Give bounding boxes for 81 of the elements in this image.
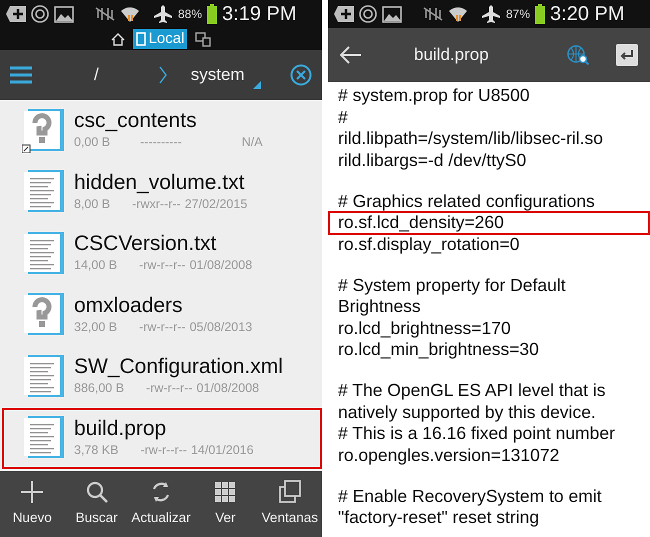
battery-percentage: 87% <box>506 6 530 23</box>
close-icon[interactable] <box>290 64 312 86</box>
text-line: ro.lcd_min_brightness=30 <box>337 338 540 361</box>
file-permissions: -rw-r--r-- <box>140 442 187 459</box>
file-name[interactable]: csc_contents <box>74 109 263 134</box>
file-date: 27/02/2015 <box>184 196 248 213</box>
search-icon <box>84 480 109 504</box>
grid-icon <box>213 480 238 504</box>
text-line: rild.libargs=-d /dev/ttyS0 <box>337 148 528 172</box>
file-name[interactable]: build.prop <box>74 416 254 441</box>
text-line: "factory-reset" reset string <box>337 506 540 529</box>
toolbar-button[interactable]: Ventanas <box>258 471 322 537</box>
file-date: 14/01/2016 <box>190 442 254 459</box>
airplane-icon <box>153 4 173 24</box>
file-date: N/A <box>242 134 263 152</box>
file-permissions: -rwxr--r-- <box>132 196 181 213</box>
plus-icon <box>20 480 44 504</box>
battery-icon <box>207 4 218 24</box>
file-name[interactable]: hidden_volume.txt <box>74 170 248 195</box>
text-line: # The OpenGL ES API level that is <box>337 379 607 402</box>
chevron-icon <box>158 66 167 84</box>
target-icon <box>359 5 377 23</box>
file-permissions: -rw-r--r-- <box>139 318 186 336</box>
text-line: ro.sf.display_rotation=0 <box>337 232 520 256</box>
text-line: # Graphics related configurations <box>337 190 596 213</box>
file-permissions: -rw-r--r-- <box>146 380 193 398</box>
image-icon <box>54 6 74 22</box>
file-date: 01/08/2008 <box>196 380 260 398</box>
file-date: 01/08/2008 <box>190 257 252 274</box>
file-name[interactable]: SW_Configuration.xml <box>74 355 283 380</box>
clock: 3:20 PM <box>550 2 625 27</box>
vibrate-mute-icon <box>422 6 444 22</box>
file-size: 0,00 B <box>74 134 110 152</box>
home-icon[interactable] <box>110 32 125 46</box>
file-permissions: ---------- <box>140 134 182 152</box>
text-line: rild.libpath=/system/lib/libsec-ril.so <box>337 127 604 150</box>
text-line: ro.opengles.version=131072 <box>337 444 560 467</box>
text-line: ro.lcd_brightness=170 <box>337 316 512 340</box>
breadcrumb[interactable]: / <box>94 65 99 84</box>
file-permissions: -rw-r--r-- <box>139 257 186 274</box>
airplane-icon <box>481 4 501 24</box>
image-icon <box>382 6 402 22</box>
battery-percentage: 88% <box>178 6 202 23</box>
breadcrumb[interactable]: system <box>190 65 245 84</box>
file-name[interactable]: omxloaders <box>74 294 252 318</box>
enter-key-icon[interactable] <box>616 44 638 66</box>
menu-icon[interactable] <box>10 66 32 84</box>
toolbar-button[interactable]: Ver <box>193 471 258 537</box>
target-icon <box>31 5 49 23</box>
toolbar-button[interactable]: Buscar <box>64 471 129 537</box>
windows-icon <box>278 480 302 504</box>
text-line: # Enable RecoverySystem to emit <box>337 484 603 508</box>
toolbar-button[interactable]: Nuevo <box>0 471 64 537</box>
vibrate-mute-icon <box>94 6 116 22</box>
dropdown-corner-icon[interactable] <box>252 81 261 89</box>
phone-icon <box>136 32 146 46</box>
back-arrow-icon[interactable] <box>340 46 362 64</box>
clock: 3:19 PM <box>222 2 297 27</box>
text-line: # This is a 16.16 fixed point number <box>337 422 616 445</box>
file-size: 8,00 B <box>74 196 110 213</box>
text-line: natively supported by this device. <box>337 400 597 424</box>
battery-icon <box>535 4 546 24</box>
file-size: 14,00 B <box>74 257 118 274</box>
web-search-icon[interactable] <box>566 44 590 66</box>
network-devices-icon[interactable] <box>195 32 212 46</box>
file-row-highlight[interactable]: build.prop 3,78 KB -rw-r--r-- 14/01/2016 <box>2 408 322 469</box>
file-name[interactable]: CSCVersion.txt <box>74 232 252 256</box>
toolbar-button[interactable]: Actualizar <box>128 471 194 537</box>
wifi-icon <box>121 5 139 23</box>
text-line: Brightness <box>337 295 422 318</box>
text-line: # System property for Default <box>337 274 567 297</box>
add-notification-icon <box>334 6 354 22</box>
wifi-icon <box>449 5 467 23</box>
file-date: 05/08/2013 <box>190 318 252 336</box>
text-line: # system.prop for U8500 <box>337 84 531 107</box>
file-size: 32,00 B <box>74 318 118 336</box>
screen-title: build.prop <box>414 44 489 66</box>
text-line: # <box>337 106 349 128</box>
file-size: 886,00 B <box>74 380 124 398</box>
add-notification-icon <box>6 6 26 22</box>
file-size: 3,78 KB <box>74 442 118 459</box>
